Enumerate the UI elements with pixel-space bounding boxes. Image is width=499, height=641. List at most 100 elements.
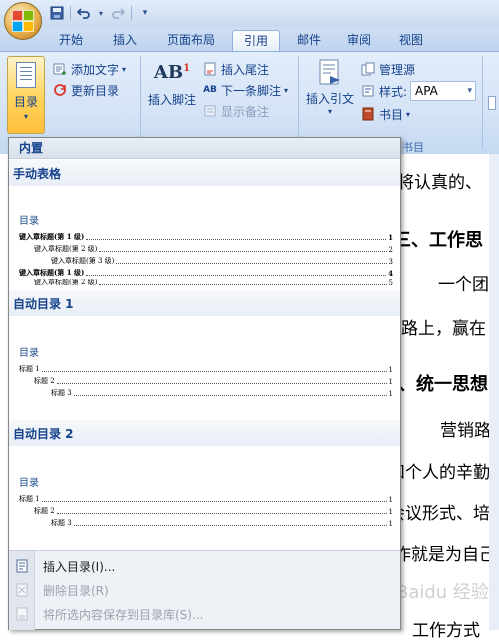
preview-title: 目录: [19, 348, 39, 359]
next-group-partial-icon: [488, 96, 496, 110]
remove-toc-label: 删除目录(R): [43, 583, 109, 598]
doc-line: 工作方式: [412, 621, 480, 641]
show-notes-button[interactable]: 显示备注: [202, 102, 269, 120]
add-text-label: 添加文字: [71, 62, 120, 77]
quick-access-toolbar: ▾ ▾: [48, 5, 154, 21]
toc-button[interactable]: 目录 ▾: [7, 56, 45, 134]
chevron-down-icon: ▾: [406, 109, 411, 119]
bibliography-button[interactable]: 书目 ▾: [360, 105, 410, 123]
tab-home[interactable]: 开始: [50, 30, 92, 51]
chevron-down-icon: ▾: [327, 107, 332, 116]
group-divider: [298, 56, 299, 150]
insert-toc-icon: [9, 559, 35, 573]
gallery-item-title-bar: [9, 160, 400, 186]
customize-icon[interactable]: ▾: [136, 5, 154, 21]
gallery-item-auto-toc-2[interactable]: 自动目录 2 目录 标题 11 标题 21 标题 31: [9, 420, 400, 548]
tab-mailings[interactable]: 邮件: [288, 30, 330, 51]
manage-sources-icon: [360, 61, 376, 77]
add-text-button[interactable]: 添加文字 ▾: [52, 60, 126, 78]
gallery-item-auto-toc-1[interactable]: 自动目录 1 目录 标题 11 标题 21 标题 31: [9, 290, 400, 418]
insert-toc-menu-item[interactable]: 插入目录(I)...: [9, 555, 400, 577]
gallery-header: 内置: [9, 138, 400, 159]
show-notes-icon: [202, 103, 218, 119]
chevron-down-icon: ▾: [23, 112, 28, 121]
update-toc-icon: [52, 82, 68, 98]
undo-icon[interactable]: [75, 5, 93, 21]
citation-icon: [319, 59, 340, 85]
insert-citation-label: 插入引文: [305, 92, 354, 106]
endnote-icon: [202, 61, 218, 77]
watermark: Baidu 经验: [396, 582, 489, 603]
style-selector: 样式:: [360, 82, 407, 100]
tab-page-layout[interactable]: 页面布局: [158, 30, 224, 51]
update-toc-button[interactable]: 更新目录: [52, 81, 119, 99]
vertical-scrollbar[interactable]: [489, 154, 499, 630]
tab-insert[interactable]: 插入: [104, 30, 146, 51]
chevron-down-icon: ▾: [467, 86, 472, 96]
toolbar-separator: [131, 6, 132, 20]
update-toc-label: 更新目录: [71, 83, 120, 98]
preview-entry: 键入章标题(第 1 级) 4: [19, 268, 393, 278]
insert-toc-label: 插入目录(I)...: [43, 559, 116, 574]
preview-title: 目录: [19, 478, 39, 489]
gallery-menu: 插入目录(I)... 删除目录(R) 将所选内容保存到目录库(S)...: [9, 550, 400, 630]
undo-dropdown-icon[interactable]: ▾: [97, 5, 105, 21]
insert-citation-button[interactable]: 插入引文 ▾: [303, 58, 357, 116]
remove-toc-icon: [9, 583, 35, 597]
office-button[interactable]: [4, 2, 42, 40]
add-text-icon: [52, 61, 68, 77]
save-icon[interactable]: [48, 5, 66, 21]
bibliography-icon: [360, 106, 376, 122]
title-bar: ▾ ▾: [0, 0, 499, 27]
chevron-down-icon: ▾: [284, 85, 289, 95]
group-divider: [140, 56, 141, 150]
group-divider: [482, 56, 483, 150]
redo-icon[interactable]: [109, 5, 127, 21]
doc-line: 会议形式、培: [388, 504, 490, 524]
preview-entry: 标题 11: [19, 365, 393, 374]
preview-entry: 标题 11: [19, 495, 393, 504]
remove-toc-menu-item[interactable]: 删除目录(R): [9, 579, 400, 601]
gallery-item-title: 自动目录 2: [13, 427, 74, 441]
preview-entry: 标题 31: [51, 519, 393, 528]
manage-sources-button[interactable]: 管理源: [360, 60, 415, 78]
preview-entry: 键入章标题(第 2 级) 5: [34, 279, 393, 287]
style-icon: [360, 83, 376, 99]
tab-view[interactable]: 视图: [390, 30, 432, 51]
tab-references[interactable]: 引用: [232, 30, 280, 51]
style-dropdown[interactable]: APA ▾: [410, 81, 476, 101]
save-selection-label: 将所选内容保存到目录库(S)...: [43, 607, 204, 622]
next-footnote-button[interactable]: AB 下一条脚注 ▾: [202, 81, 288, 99]
doc-line: 、统一思想: [398, 374, 488, 395]
insert-endnote-button[interactable]: 插入尾注: [202, 60, 269, 78]
insert-footnote-label: 插入脚注: [147, 93, 196, 107]
doc-line: 和个人的辛勤: [388, 463, 490, 483]
preview-entry: 键入章标题(第 2 级) 2: [34, 245, 393, 254]
preview-entry: 标题 21: [34, 507, 393, 516]
toolbar-separator: [70, 6, 71, 20]
toc-button-label: 目录: [13, 95, 38, 109]
style-value: APA: [415, 84, 438, 98]
toc-icon: [16, 62, 36, 88]
insert-footnote-button[interactable]: AB1 插入脚注: [144, 62, 200, 108]
group-label-citations: 书目: [402, 141, 424, 154]
office-logo-icon: [12, 10, 34, 32]
doc-line: 营销路: [440, 421, 491, 441]
next-footnote-icon: AB: [203, 85, 217, 95]
doc-line: 一个团: [438, 275, 489, 295]
insert-endnote-label: 插入尾注: [221, 62, 270, 77]
show-notes-label: 显示备注: [221, 104, 270, 119]
preview-entry: 键入章标题(第 3 级) 3: [51, 257, 393, 266]
doc-line: 三、工作思: [393, 230, 483, 251]
preview-title: 目录: [19, 216, 39, 227]
save-to-gallery-icon: [9, 607, 35, 621]
chevron-down-icon: ▾: [122, 64, 127, 74]
gallery-item-title: 自动目录 1: [13, 297, 74, 311]
gallery-item-manual-table[interactable]: 手动表格 目录 键入章标题(第 1 级) 1 键入章标题(第 2 级) 2 键入章标…: [9, 160, 400, 287]
preview-entry: 标题 21: [34, 377, 393, 386]
next-footnote-label: 下一条脚注: [221, 83, 282, 98]
manage-sources-label: 管理源: [379, 62, 416, 77]
tab-review[interactable]: 审阅: [338, 30, 380, 51]
save-selection-menu-item[interactable]: 将所选内容保存到目录库(S)...: [9, 603, 400, 625]
bibliography-label: 书目: [379, 107, 404, 122]
